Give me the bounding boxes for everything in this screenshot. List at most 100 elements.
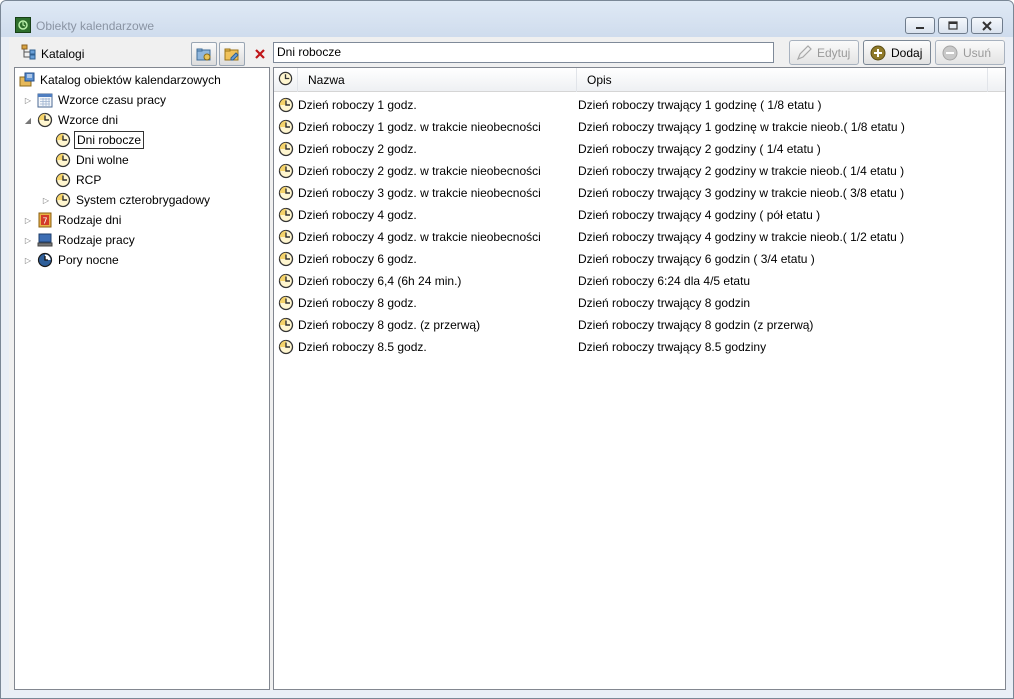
row-description: Dzień roboczy trwający 6 godzin ( 3/4 et… <box>578 252 815 266</box>
tree-item[interactable]: ◢ Wzorce dni <box>23 110 120 130</box>
collapse-arrow-icon[interactable]: ◢ <box>23 116 33 125</box>
row-name: Dzień roboczy 4 godz. <box>298 208 417 222</box>
row-description: Dzień roboczy trwający 8.5 godziny <box>578 340 767 354</box>
clock-icon <box>278 295 294 311</box>
day-type-icon: 7 <box>37 212 53 228</box>
list-row[interactable]: Dzień roboczy 2 godz. w trakcie nieobecn… <box>274 160 1004 182</box>
row-description: Dzień roboczy 6:24 dla 4/5 etatu <box>578 274 751 288</box>
clock-icon <box>37 112 53 128</box>
tree-item[interactable]: Dni robocze <box>41 130 145 150</box>
list-row[interactable]: Dzień roboczy 2 godz. Dzień roboczy trwaj… <box>274 138 1004 160</box>
tree-item[interactable]: ▷ Wzorce czasu pracy <box>23 90 168 110</box>
tree-item-label: Wzorce dni <box>58 113 119 127</box>
delete-icon <box>255 49 265 59</box>
list-row[interactable]: Dzień roboczy 3 godz. w trakcie nieobecn… <box>274 182 1004 204</box>
tree-item[interactable]: Katalog obiektów kalendarzowych <box>19 70 223 90</box>
clock-icon <box>278 273 294 289</box>
pencil-icon <box>796 44 812 60</box>
edit-folder-icon <box>224 48 239 61</box>
list-row[interactable]: Dzień roboczy 8 godz. Dzień roboczy trwaj… <box>274 292 1004 314</box>
list-row[interactable]: Dzień roboczy 8 godz. (z przerwą) Dzień r… <box>274 314 1004 336</box>
tree-item-label: RCP <box>76 173 102 187</box>
delete-button[interactable]: Usuń <box>935 40 1005 65</box>
clock-icon <box>55 132 71 148</box>
minus-circle-icon <box>942 45 958 60</box>
expand-arrow-icon[interactable]: ▷ <box>41 196 51 205</box>
row-name: Dzień roboczy 8 godz. <box>298 296 417 310</box>
row-description: Dzień roboczy trwający 1 godzinę ( 1/8 e… <box>578 98 822 112</box>
delete-folder-button[interactable] <box>247 42 273 66</box>
list-row[interactable]: Dzień roboczy 6 godz. Dzień roboczy trwaj… <box>274 248 1004 270</box>
catalog-toolbar: Katalogi <box>15 41 276 66</box>
night-clock-icon <box>37 252 53 268</box>
minimize-button[interactable] <box>905 17 935 34</box>
close-window-button[interactable] <box>971 17 1003 34</box>
tree-item[interactable]: ▷ Rodzaje pracy <box>23 230 137 250</box>
header-name[interactable]: Nazwa <box>298 68 577 92</box>
clock-icon <box>55 172 71 188</box>
computer-icon <box>37 232 53 248</box>
row-name: Dzień roboczy 1 godz. w trakcie nieobecn… <box>298 120 541 134</box>
row-name: Dzień roboczy 2 godz. <box>298 142 417 156</box>
app-icon <box>15 17 31 33</box>
tree-item-label: Dni robocze <box>74 131 145 149</box>
row-description: Dzień roboczy trwający 2 godziny ( 1/4 e… <box>578 142 821 156</box>
current-path-field[interactable]: Dni robocze <box>273 42 774 63</box>
clock-icon <box>278 207 294 223</box>
expand-arrow-icon[interactable]: ▷ <box>23 216 33 225</box>
tree-item-label: Dni wolne <box>76 153 129 167</box>
tree-item[interactable]: ▷ Pory nocne <box>23 250 121 270</box>
row-name: Dzień roboczy 3 godz. w trakcie nieobecn… <box>298 186 541 200</box>
clock-icon <box>278 251 294 267</box>
list-row[interactable]: Dzień roboczy 1 godz. Dzień roboczy trwaj… <box>274 94 1004 116</box>
tree-item[interactable]: ▷ System czterobrygadowy <box>41 190 212 210</box>
row-name: Dzień roboczy 4 godz. w trakcie nieobecn… <box>298 230 541 244</box>
tree-item-label: Rodzaje pracy <box>58 233 135 247</box>
catalog-header: Katalogi <box>21 44 84 63</box>
clock-icon <box>55 192 71 208</box>
row-name: Dzień roboczy 6 godz. <box>298 252 417 266</box>
window-title: Obiekty kalendarzowe <box>36 19 155 33</box>
row-description: Dzień roboczy trwający 8 godzin (z przer… <box>578 318 814 332</box>
header-icon-column[interactable] <box>274 68 298 92</box>
edit-button[interactable]: Edytuj <box>789 40 859 65</box>
add-folder-icon <box>196 48 211 61</box>
tree-item[interactable]: RCP <box>41 170 103 190</box>
clock-icon <box>278 71 293 89</box>
row-name: Dzień roboczy 6,4 (6h 24 min.) <box>298 274 462 288</box>
clock-icon <box>278 141 294 157</box>
expand-arrow-icon[interactable]: ▷ <box>23 236 33 245</box>
tree-item-label: Pory nocne <box>58 253 119 267</box>
list-row[interactable]: Dzień roboczy 4 godz. w trakcie nieobecn… <box>274 226 1004 248</box>
clock-icon <box>278 317 294 333</box>
expand-arrow-icon[interactable]: ▷ <box>23 256 33 265</box>
maximize-button[interactable] <box>938 17 968 34</box>
header-description[interactable]: Opis <box>577 68 988 92</box>
tree-item-label: Wzorce czasu pracy <box>58 93 167 107</box>
clock-icon <box>278 119 294 135</box>
tree-item-label: Katalog obiektów kalendarzowych <box>40 73 221 87</box>
row-description: Dzień roboczy trwający 4 godziny ( pół e… <box>578 208 821 222</box>
add-button[interactable]: Dodaj <box>863 40 931 65</box>
list-row[interactable]: Dzień roboczy 1 godz. w trakcie nieobecn… <box>274 116 1004 138</box>
clock-icon <box>278 97 294 113</box>
tree-item[interactable]: ▷ 7 Rodzaje dni <box>23 210 123 230</box>
delete-button-label: Usuń <box>963 45 992 60</box>
tree-item[interactable]: Dni wolne <box>41 150 131 170</box>
clock-icon <box>278 185 294 201</box>
add-folder-button[interactable] <box>191 42 217 66</box>
catalog-tree: Katalog obiektów kalendarzowych ▷ Wzorce c… <box>14 67 270 690</box>
clock-icon <box>278 229 294 245</box>
tree-item-label: Rodzaje dni <box>58 213 122 227</box>
expand-arrow-icon[interactable]: ▷ <box>23 96 33 105</box>
list-row[interactable]: Dzień roboczy 4 godz. Dzień roboczy trwaj… <box>274 204 1004 226</box>
title-bar: Obiekty kalendarzowe <box>1 1 1013 37</box>
row-description: Dzień roboczy trwający 2 godziny w trakc… <box>578 164 905 178</box>
list-row[interactable]: Dzień roboczy 6,4 (6h 24 min.) Dzień robo… <box>274 270 1004 292</box>
edit-folder-button[interactable] <box>219 42 245 66</box>
tree-item-label: System czterobrygadowy <box>76 193 211 207</box>
main-area: Katalogi Katalog obiektów kalendarzowych… <box>9 37 1006 690</box>
row-name: Dzień roboczy 1 godz. <box>298 98 417 112</box>
list-row[interactable]: Dzień roboczy 8.5 godz. Dzień roboczy trw… <box>274 336 1004 358</box>
add-button-label: Dodaj <box>891 45 923 60</box>
